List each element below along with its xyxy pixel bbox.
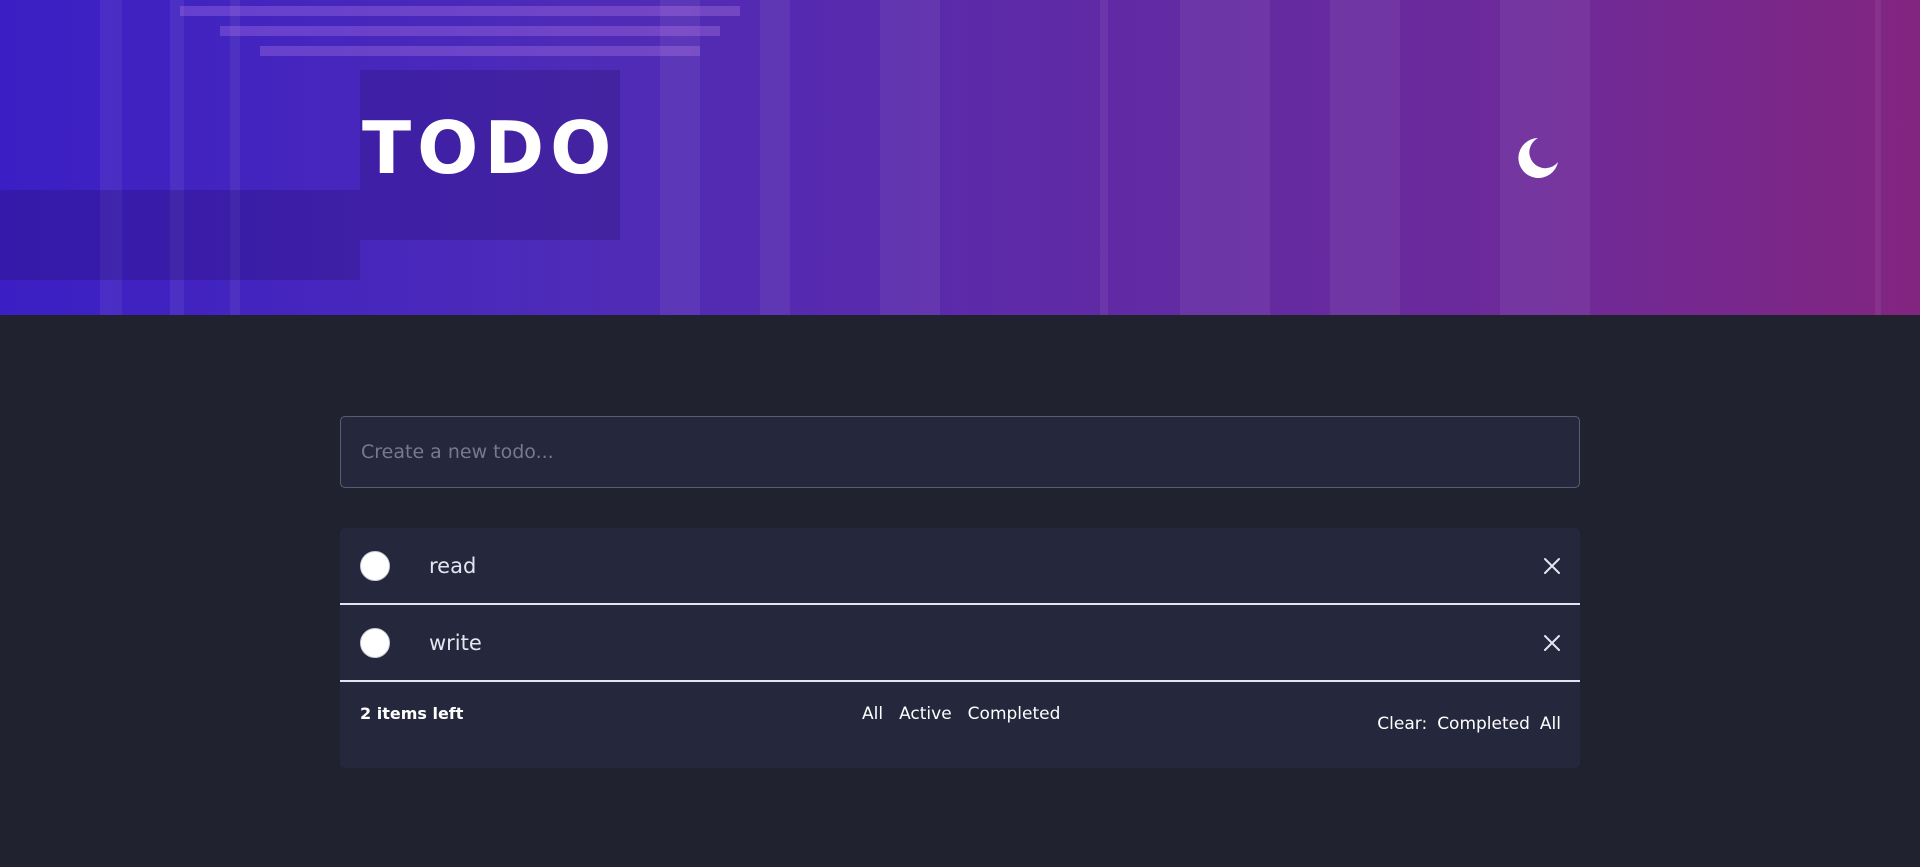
- banner-decoration: [1180, 0, 1270, 315]
- filter-tabs: All Active Completed: [862, 704, 1060, 724]
- banner-decoration: [260, 46, 700, 56]
- theme-toggle-button[interactable]: [1514, 134, 1562, 182]
- banner-decoration: [220, 26, 720, 36]
- banner-decoration: [180, 6, 740, 16]
- new-todo-input[interactable]: [361, 441, 1559, 463]
- clear-label: Clear:: [1377, 714, 1428, 734]
- filter-active[interactable]: Active: [899, 704, 952, 724]
- clear-controls: Clear: Completed All: [1377, 714, 1561, 734]
- page-title: TODO: [362, 106, 618, 190]
- banner-decoration: [1100, 0, 1108, 315]
- close-icon: [1544, 557, 1560, 574]
- header-banner: TODO: [0, 0, 1920, 315]
- todo-text: write: [429, 630, 482, 655]
- new-todo-field[interactable]: [340, 416, 1580, 488]
- complete-checkbox[interactable]: [360, 550, 390, 581]
- filter-all[interactable]: All: [862, 704, 883, 724]
- todo-list: read write 2 items left All Active Compl…: [340, 528, 1580, 768]
- banner-decoration: [880, 0, 940, 315]
- filter-completed[interactable]: Completed: [968, 704, 1061, 724]
- banner-decoration: [1330, 0, 1400, 315]
- clear-completed-button[interactable]: Completed: [1437, 714, 1530, 734]
- todo-item: read: [340, 528, 1580, 605]
- delete-todo-button[interactable]: [1542, 633, 1562, 653]
- todo-app: read write 2 items left All Active Compl…: [340, 416, 1580, 768]
- todo-footer: 2 items left All Active Completed Clear:…: [340, 682, 1580, 768]
- complete-checkbox[interactable]: [360, 627, 390, 658]
- close-icon: [1544, 634, 1560, 651]
- items-left-count: 2 items left: [360, 704, 464, 723]
- delete-todo-button[interactable]: [1542, 556, 1562, 576]
- moon-icon: [1518, 138, 1558, 178]
- banner-decoration: [0, 190, 360, 280]
- clear-all-button[interactable]: All: [1540, 714, 1561, 734]
- todo-text: read: [429, 553, 477, 578]
- todo-item: write: [340, 605, 1580, 682]
- banner-decoration: [760, 0, 790, 315]
- banner-decoration: [1875, 0, 1881, 315]
